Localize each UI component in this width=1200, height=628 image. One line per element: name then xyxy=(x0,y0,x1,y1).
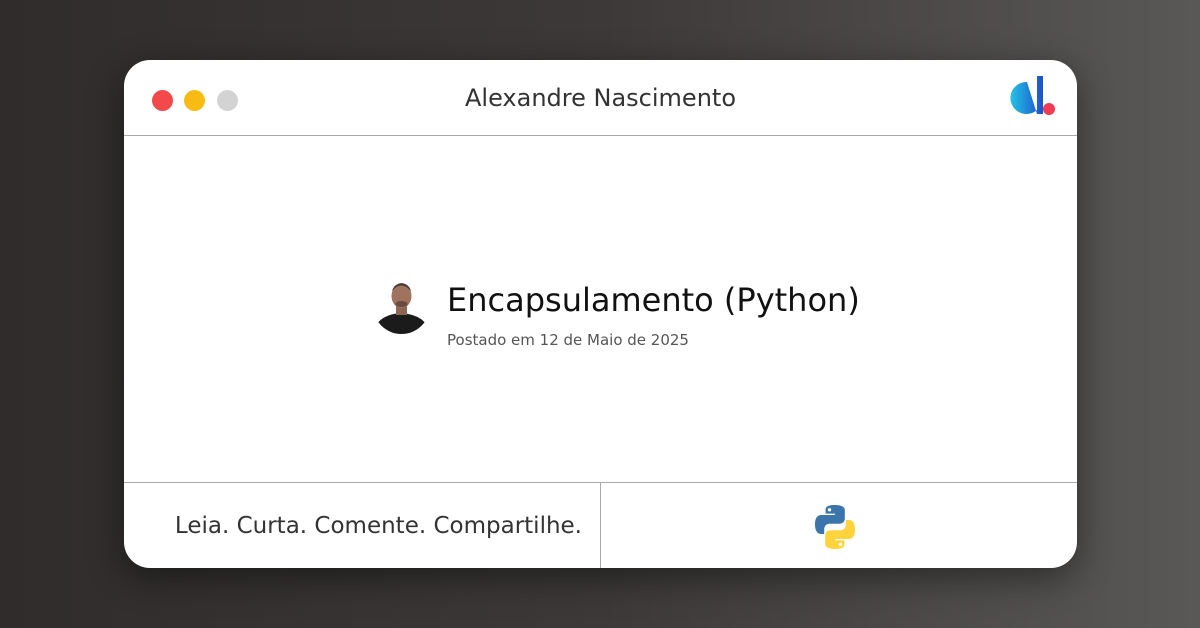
dev-logo-icon xyxy=(1010,76,1055,115)
card-footer: Leia. Curta. Comente. Compartilhe. xyxy=(124,482,1077,568)
title-bar: Alexandre Nascimento xyxy=(124,60,1077,136)
tagline: Leia. Curta. Comente. Compartilhe. xyxy=(174,513,582,539)
post-date: Postado em 12 de Maio de 2025 xyxy=(447,331,689,349)
post-card-window: Alexandre Nascimento Encapsulamento (Pyt… xyxy=(124,60,1077,568)
window-title: Alexandre Nascimento xyxy=(465,84,736,112)
post-header: Encapsulamento (Python) Postado em 12 de… xyxy=(124,136,1077,482)
post-title: Encapsulamento (Python) xyxy=(447,281,860,319)
footer-tagline-section: Leia. Curta. Comente. Compartilhe. xyxy=(124,483,601,568)
author-avatar xyxy=(373,277,430,334)
python-icon xyxy=(815,505,855,549)
